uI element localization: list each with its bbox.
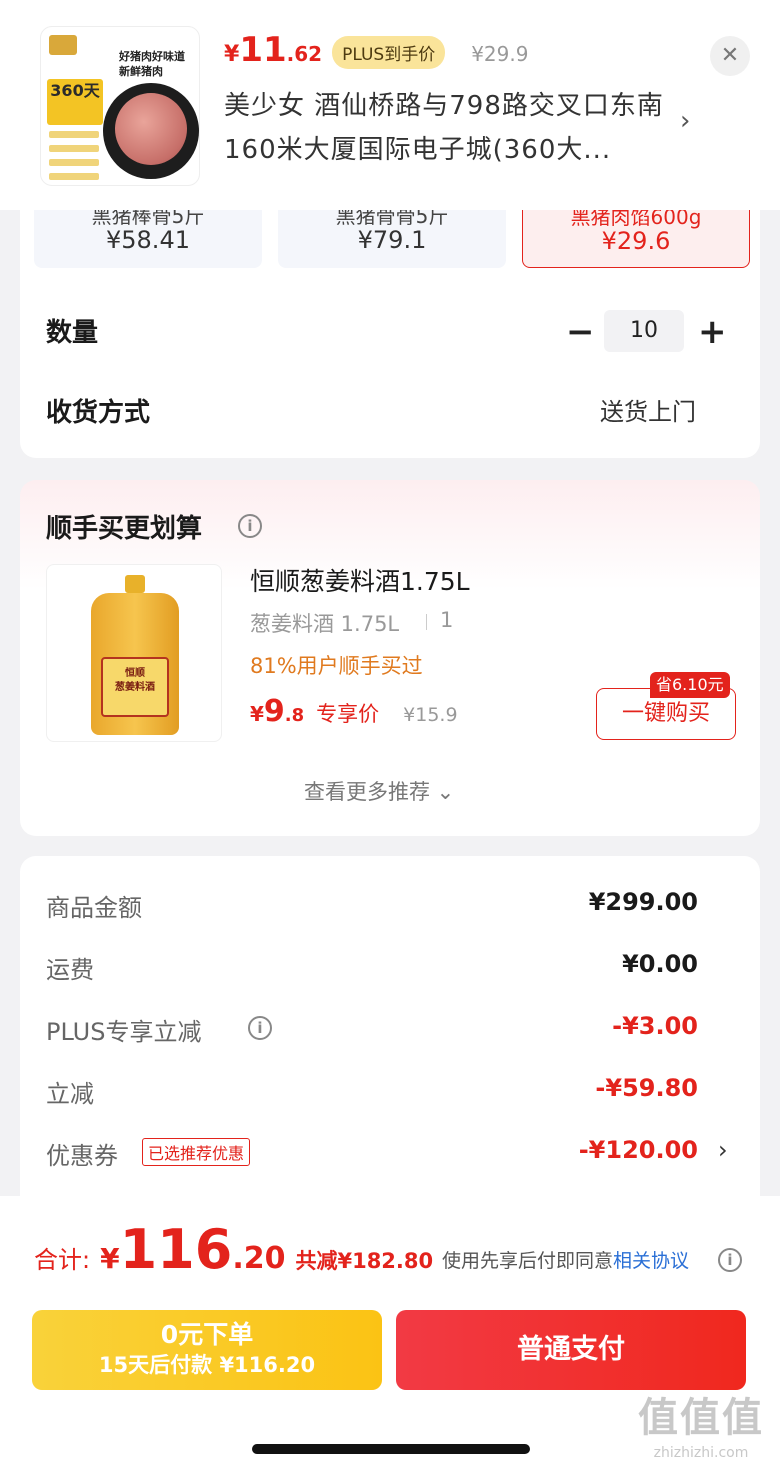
minced-pork-image [115,93,187,165]
product-price-row: ¥ 11 .62 PLUS到手价 ¥29.9 [224,30,528,74]
agreement-link[interactable]: 相关协议 [613,1250,689,1272]
quantity-decrease-button[interactable]: − [566,312,595,352]
total-label: 合计: [34,1246,91,1274]
summary-value: ¥299.00 [588,888,698,916]
recommend-item-image[interactable]: 恒顺 葱姜料酒 [46,564,222,742]
original-price: ¥15.9 [403,704,458,726]
shipping-method-label: 收货方式 [46,398,151,428]
info-icon[interactable]: i [238,514,262,538]
product-thumbnail: 好猪肉好味道 新鲜猪肉 360天 [40,26,200,186]
price-integer: 11 [239,30,287,70]
recommend-item-bought: 81%用户顺手买过 [250,654,423,678]
savings-badge: 省6.10元 [650,672,730,698]
price-currency: ¥ [224,42,240,67]
spec-option-price: ¥58.41 [106,226,190,254]
recommend-item-name[interactable]: 恒顺葱姜料酒1.75L [250,562,470,598]
summary-label: 立减 [46,1080,94,1108]
pay-later-subtitle: 15天后付款 ¥116.20 [98,1353,316,1377]
delivery-address[interactable]: 美少女 酒仙桥路与798路交叉口东南160米大厦国际电子城(360大... [224,84,674,172]
divider [426,614,427,630]
recommend-item-price: ¥ 9 .8 专享价 ¥15.9 [250,694,458,729]
bottle-cap [125,575,145,593]
thumbnail-feature-lines [49,131,99,185]
exclusive-price-tag: 专享价 [316,702,380,726]
watermark-logo-text: 值值值 [638,1395,764,1441]
thumbnail-badge-text: 360天 [50,81,100,100]
chevron-right-icon[interactable]: › [680,106,690,136]
price-decimal: .62 [286,42,323,66]
quantity-input[interactable]: 10 [604,310,684,352]
spec-option-price: ¥79.1 [357,226,427,254]
summary-label: 运费 [46,956,94,984]
total-decimal: .20 [232,1241,286,1276]
thumbnail-badge: 360天 [47,79,103,125]
brand-logo [49,35,77,55]
original-price: ¥29.9 [471,42,529,66]
summary-label: PLUS专享立减 [46,1018,202,1046]
normal-pay-button[interactable]: 普通支付 [396,1310,746,1390]
info-icon[interactable]: i [248,1016,272,1040]
quantity-increase-button[interactable]: + [698,312,727,352]
price-currency: ¥ [250,702,264,726]
close-button[interactable]: ✕ [710,36,750,76]
product-header: 好猪肉好味道 新鲜猪肉 360天 ¥ 11 .62 PLUS到手价 ¥29.9 … [0,0,780,210]
watermark-url: zhizhizhi.com [653,1445,749,1461]
recommend-item-spec: 葱姜料酒 1.75L [250,612,400,636]
price-integer: 9 [263,694,285,729]
quantity-label: 数量 [46,318,99,348]
agreement-prefix: 使用先享后付即同意 [442,1250,614,1272]
recommend-item-qty: 1 [440,608,454,632]
site-watermark: 值值值 zhizhizhi.com [628,1392,774,1468]
total-integer: 116 [119,1218,233,1281]
pay-later-button[interactable]: 0元下单 15天后付款 ¥116.20 [32,1310,382,1390]
recommend-title: 顺手买更划算 [46,514,203,544]
more-recommendations-link[interactable]: 查看更多推荐 ⌄ [304,776,454,806]
pay-later-title: 0元下单 [160,1320,254,1349]
thumbnail-slogan: 好猪肉好味道 新鲜猪肉 [119,50,185,78]
summary-value: ¥0.00 [622,950,698,978]
coupon-selected-tag: 已选推荐优惠 [142,1138,251,1166]
total-currency: ¥ [100,1242,120,1275]
summary-value: -¥3.00 [612,1012,698,1040]
total-savings: 共减¥182.80 [295,1249,434,1273]
coupon-value[interactable]: -¥120.00 [579,1136,698,1164]
agreement-text: 使用先享后付即同意相关协议 [442,1246,689,1273]
home-indicator[interactable] [252,1444,530,1454]
chevron-right-icon[interactable]: › [718,1136,728,1164]
order-total: 合计: ¥ 116 .20 共减¥182.80 [34,1218,433,1281]
bottle-label: 恒顺 葱姜料酒 [101,657,169,717]
shipping-method-value[interactable]: 送货上门 [600,392,696,427]
price-decimal: .8 [284,705,305,726]
summary-label: 商品金额 [46,894,142,922]
coupon-label[interactable]: 优惠券 [46,1136,118,1171]
summary-value: -¥59.80 [595,1074,698,1102]
info-icon[interactable]: i [718,1248,742,1272]
spec-option-price: ¥29.6 [601,227,671,255]
plus-price-tag: PLUS到手价 [332,35,446,69]
close-icon: ✕ [720,43,740,68]
